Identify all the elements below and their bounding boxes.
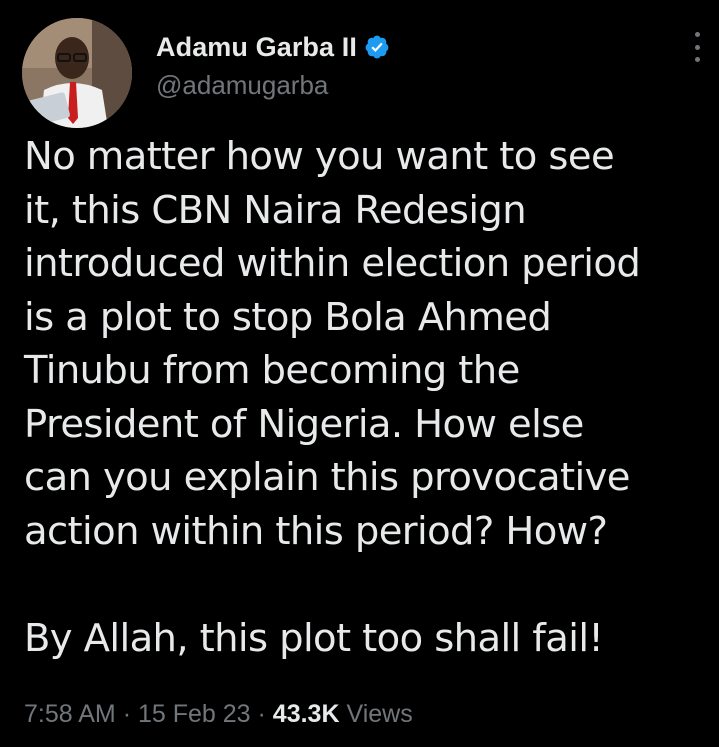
meta-separator: · bbox=[122, 700, 132, 728]
more-dot bbox=[694, 32, 700, 37]
tweet-text: No matter how you want to see it, this C… bbox=[24, 130, 704, 666]
more-dot bbox=[694, 44, 700, 50]
views-count[interactable]: 43.3K bbox=[273, 700, 340, 728]
display-name[interactable]: Adamu Garba II bbox=[156, 32, 357, 63]
tweet-header: Adamu Garba II @adamugarba bbox=[22, 18, 702, 128]
tweet-paragraph: No matter how you want to see it, this C… bbox=[24, 134, 641, 554]
avatar-photo bbox=[22, 18, 132, 128]
tweet-time[interactable]: 7:58 AM bbox=[24, 700, 116, 728]
avatar[interactable] bbox=[22, 18, 132, 128]
tweet-date[interactable]: 15 Feb 23 bbox=[138, 700, 251, 728]
views-label[interactable]: Views bbox=[346, 700, 412, 728]
name-row: Adamu Garba II bbox=[156, 30, 390, 64]
verified-badge-icon bbox=[364, 34, 390, 60]
tweet-paragraph: By Allah, this plot too shall fail! bbox=[24, 616, 604, 661]
tweet: Adamu Garba II @adamugarba No matter how… bbox=[0, 0, 719, 747]
meta-separator: · bbox=[257, 700, 266, 728]
more-options-icon[interactable] bbox=[692, 32, 702, 62]
author-names: Adamu Garba II @adamugarba bbox=[156, 30, 390, 101]
more-dot bbox=[694, 57, 700, 62]
handle[interactable]: @adamugarba bbox=[156, 70, 390, 101]
tweet-meta: 7:58 AM · 15 Feb 23 · 43.3K Views bbox=[24, 700, 413, 729]
